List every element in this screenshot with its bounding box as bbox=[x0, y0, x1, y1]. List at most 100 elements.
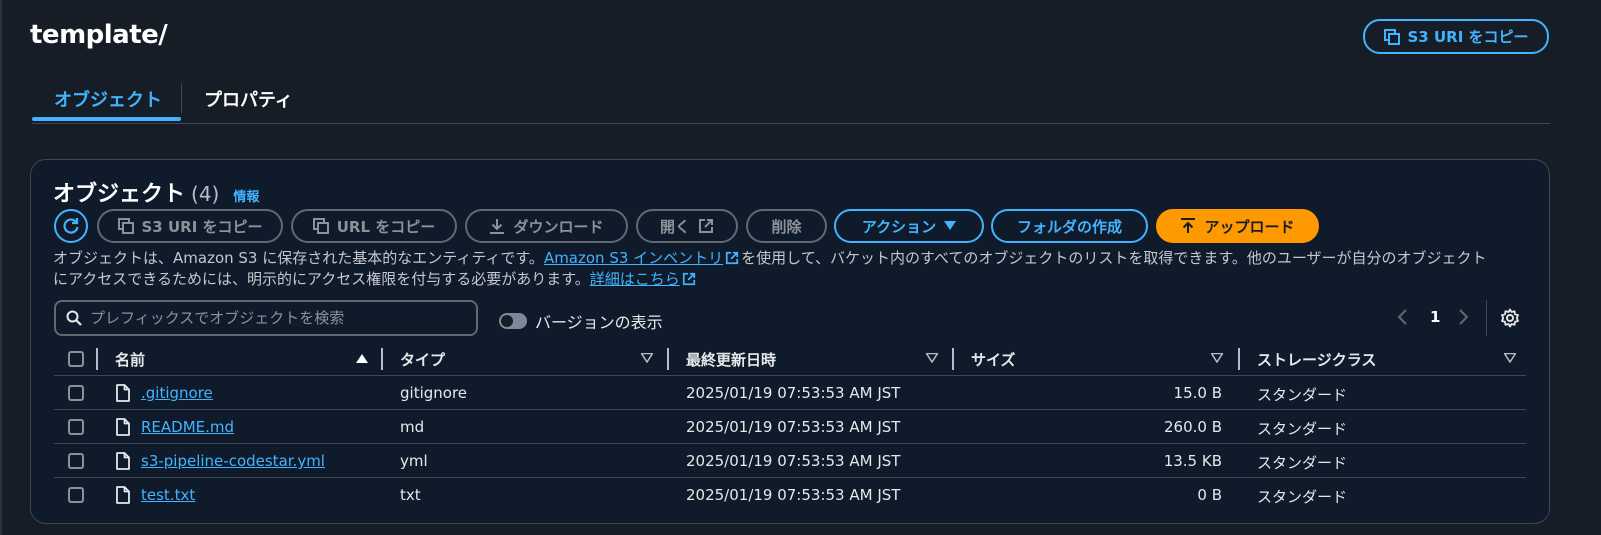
row-checkbox[interactable] bbox=[68, 419, 84, 435]
refresh-icon bbox=[63, 218, 79, 234]
row-checkbox[interactable] bbox=[68, 487, 84, 503]
search-input[interactable] bbox=[90, 309, 470, 327]
info-link[interactable]: 情報 bbox=[233, 186, 259, 205]
column-header-type[interactable]: タイプ bbox=[400, 349, 445, 370]
column-divider bbox=[952, 348, 954, 370]
previous-page-button[interactable] bbox=[1396, 308, 1408, 326]
objects-description: オブジェクトは、Amazon S3 に保存された基本的なエンティティです。Ama… bbox=[53, 248, 1533, 290]
object-size: 15.0 B bbox=[1173, 384, 1222, 402]
external-link-icon bbox=[726, 251, 739, 265]
file-icon bbox=[116, 384, 130, 402]
table-header: 名前 タイプ 最終更新日時 サイズ ストレージクラス bbox=[54, 342, 1526, 376]
objects-table: 名前 タイプ 最終更新日時 サイズ ストレージクラス .gitignore gi… bbox=[54, 342, 1526, 512]
tab-properties[interactable]: プロパティ bbox=[204, 86, 293, 112]
delete-label: 削除 bbox=[771, 217, 802, 236]
copy-s3-uri-label: S3 URI をコピー bbox=[141, 217, 263, 236]
create-folder-label: フォルダの作成 bbox=[1016, 217, 1122, 236]
details-link[interactable]: 詳細はこちら bbox=[590, 270, 680, 288]
column-divider bbox=[1238, 348, 1240, 370]
copy-icon bbox=[1383, 28, 1400, 45]
copy-url-button[interactable]: URL をコピー bbox=[291, 209, 457, 243]
object-type: md bbox=[400, 418, 425, 436]
actions-label: アクション bbox=[861, 217, 937, 236]
row-checkbox[interactable] bbox=[68, 385, 84, 401]
open-label: 開く bbox=[659, 217, 690, 236]
object-type: yml bbox=[400, 452, 428, 470]
object-last-modified: 2025/01/19 07:53:53 AM JST bbox=[686, 418, 901, 436]
file-icon bbox=[116, 452, 130, 470]
column-header-size[interactable]: サイズ bbox=[971, 349, 1016, 370]
copy-s3-uri-button[interactable]: S3 URI をコピー bbox=[97, 209, 283, 243]
column-divider bbox=[667, 348, 669, 370]
object-last-modified: 2025/01/19 07:53:53 AM JST bbox=[686, 384, 901, 402]
current-page-number[interactable]: 1 bbox=[1430, 308, 1440, 326]
object-name-link[interactable]: README.md bbox=[141, 418, 234, 436]
object-storage-class: スタンダード bbox=[1257, 386, 1348, 404]
object-last-modified: 2025/01/19 07:53:53 AM JST bbox=[686, 486, 901, 504]
search-icon bbox=[66, 310, 82, 326]
create-folder-button[interactable]: フォルダの作成 bbox=[991, 209, 1148, 243]
show-versions-toggle[interactable] bbox=[499, 313, 527, 329]
file-icon bbox=[116, 418, 130, 436]
copy-s3-uri-header-label: S3 URI をコピー bbox=[1407, 28, 1529, 46]
table-settings-button[interactable] bbox=[1500, 308, 1520, 332]
objects-count: (4) bbox=[191, 182, 220, 206]
download-button[interactable]: ダウンロード bbox=[465, 209, 628, 243]
external-link-icon bbox=[682, 272, 695, 286]
tab-objects[interactable]: オブジェクト bbox=[54, 86, 162, 112]
object-name-link[interactable]: s3-pipeline-codestar.yml bbox=[141, 452, 325, 470]
object-storage-class: スタンダード bbox=[1257, 420, 1348, 438]
actions-dropdown-button[interactable]: アクション bbox=[834, 209, 984, 243]
inventory-link[interactable]: Amazon S3 インベントリ bbox=[544, 249, 723, 267]
object-size: 260.0 B bbox=[1163, 418, 1222, 436]
active-tab-indicator bbox=[32, 117, 181, 121]
refresh-button[interactable] bbox=[54, 209, 88, 243]
object-name-link[interactable]: .gitignore bbox=[141, 384, 213, 402]
external-link-icon bbox=[699, 219, 713, 233]
copy-s3-uri-header-button[interactable]: S3 URI をコピー bbox=[1363, 19, 1549, 54]
object-name-link[interactable]: test.txt bbox=[141, 486, 195, 504]
tab-divider bbox=[181, 83, 182, 113]
sort-ascending-icon[interactable] bbox=[356, 353, 368, 363]
objects-panel-title: オブジェクト bbox=[53, 182, 186, 207]
next-page-button[interactable] bbox=[1458, 308, 1470, 326]
open-button[interactable]: 開く bbox=[636, 209, 738, 243]
object-last-modified: 2025/01/19 07:53:53 AM JST bbox=[686, 452, 901, 470]
column-divider bbox=[381, 348, 383, 370]
table-row: test.txt txt 2025/01/19 07:53:53 AM JST … bbox=[54, 478, 1526, 512]
chevron-right-icon bbox=[1459, 309, 1469, 325]
pagination-divider bbox=[1486, 300, 1487, 336]
copy-icon bbox=[117, 218, 134, 234]
upload-icon bbox=[1181, 218, 1196, 233]
column-header-last-modified[interactable]: 最終更新日時 bbox=[686, 349, 776, 370]
sort-descending-icon[interactable] bbox=[926, 353, 938, 363]
download-icon bbox=[490, 219, 505, 234]
chevron-left-icon bbox=[1397, 309, 1407, 325]
object-size: 13.5 KB bbox=[1163, 452, 1222, 470]
page-title: template/ bbox=[30, 20, 168, 50]
show-versions-label: バージョンの表示 bbox=[535, 313, 663, 332]
upload-label: アップロード bbox=[1204, 217, 1295, 236]
column-divider bbox=[96, 348, 98, 370]
download-label: ダウンロード bbox=[513, 217, 604, 236]
description-text-3: にアクセスできるためには、明示的にアクセス権限を付与する必要があります。 bbox=[53, 270, 590, 288]
row-checkbox[interactable] bbox=[68, 453, 84, 469]
column-header-name[interactable]: 名前 bbox=[115, 349, 145, 370]
description-text-2: を使用して、バケット内のすべてのオブジェクトのリストを取得できます。他のユーザー… bbox=[741, 249, 1487, 267]
caret-down-icon bbox=[944, 221, 957, 230]
sort-descending-icon[interactable] bbox=[1504, 353, 1516, 363]
sort-descending-icon[interactable] bbox=[641, 353, 653, 363]
object-type: gitignore bbox=[400, 384, 468, 402]
table-row: .gitignore gitignore 2025/01/19 07:53:53… bbox=[54, 376, 1526, 410]
column-header-storage-class[interactable]: ストレージクラス bbox=[1257, 349, 1376, 370]
copy-url-label: URL をコピー bbox=[336, 217, 436, 236]
select-all-checkbox[interactable] bbox=[68, 351, 84, 367]
sort-descending-icon[interactable] bbox=[1211, 353, 1223, 363]
copy-icon bbox=[312, 218, 329, 234]
file-icon bbox=[116, 486, 130, 504]
upload-button[interactable]: アップロード bbox=[1156, 209, 1319, 243]
table-row: README.md md 2025/01/19 07:53:53 AM JST … bbox=[54, 410, 1526, 444]
object-storage-class: スタンダード bbox=[1257, 454, 1348, 472]
objects-panel-header: オブジェクト (4) 情報 bbox=[53, 176, 259, 208]
delete-button[interactable]: 削除 bbox=[746, 209, 827, 243]
